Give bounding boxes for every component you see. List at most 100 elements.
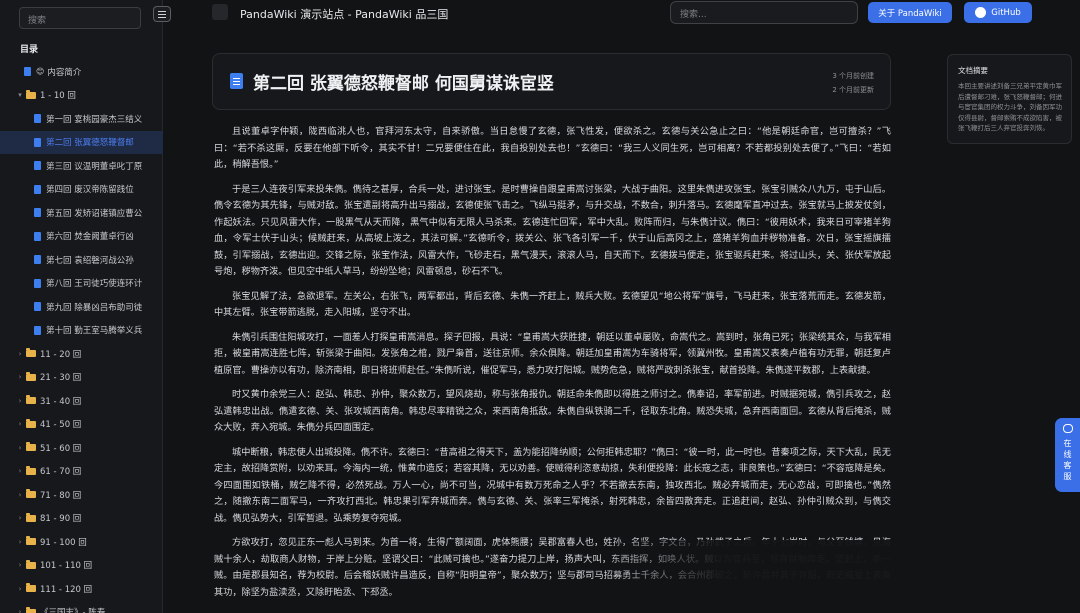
toc-item-label: 51 - 60 回: [40, 443, 82, 454]
folder-icon: [26, 536, 36, 546]
toc-folder[interactable]: › 《三国志》- 陈寿: [0, 601, 163, 613]
document-icon: [34, 278, 41, 288]
folder-icon: [26, 606, 36, 613]
folder-icon: [26, 348, 36, 358]
chevron-right-icon[interactable]: ›: [16, 561, 24, 569]
header-search-box[interactable]: [670, 1, 858, 26]
customer-service-button[interactable]: 在线客服: [1055, 418, 1080, 492]
toc-item-label: 第七回 袁绍磐河战公孙: [46, 255, 134, 266]
document-icon: [34, 137, 41, 147]
document-icon: [34, 184, 41, 194]
article-paragraph: 方欲攻打，忽见正东一彪人马到来。为首一将，生得广额阔面，虎体熊腰；吴郡富春人也，…: [214, 537, 891, 598]
chevron-right-icon[interactable]: ›: [16, 350, 24, 358]
toc-doc-item[interactable]: 第三回 议温明董卓叱丁原: [0, 154, 163, 178]
toc-item-label: 第三回 议温明董卓叱丁原: [46, 161, 143, 172]
toc-item-label: 内容简介: [47, 67, 82, 78]
document-icon: [34, 231, 41, 241]
toc-item-label: 第八回 王司徒巧使连环计: [46, 279, 143, 290]
toc-item-label: 《三国志》- 陈寿: [40, 606, 105, 613]
toc-doc-item[interactable]: 第九回 除暴凶吕布助司徒: [0, 295, 163, 319]
chevron-right-icon[interactable]: ›: [16, 538, 24, 546]
article-title: 第二回 张翼德怒鞭督邮 何国舅谋诛宦竖: [253, 74, 554, 94]
toc-item-label: 111 - 120 回: [40, 584, 93, 595]
toc-folder[interactable]: › 101 - 110 回: [0, 554, 163, 578]
folder-icon: [26, 89, 36, 99]
folder-icon: [26, 442, 36, 452]
folder-icon: [26, 465, 36, 475]
toc-doc-item[interactable]: 第一回 宴桃园豪杰三结义: [0, 107, 163, 131]
folder-icon: [26, 489, 36, 499]
toc-doc-item[interactable]: 😊 内容简介: [0, 60, 163, 84]
chevron-right-icon[interactable]: ›: [16, 373, 24, 381]
created-time: 3 个月前创建: [832, 72, 874, 80]
chevron-right-icon[interactable]: ›: [16, 420, 24, 428]
sidebar: 目录 😊内容简介 ▾ 1 - 10 回第一回 宴桃园豪杰三结义第二回 张翼德怒鞭督邮…: [0, 0, 163, 613]
toc-folder[interactable]: › 51 - 60 回: [0, 436, 163, 460]
chevron-down-icon[interactable]: ▾: [16, 91, 24, 99]
article-title-card: 第二回 张翼德怒鞭督邮 何国舅谋诛宦竖 3 个月前创建 2 个月前更新: [212, 53, 891, 110]
site-logo-icon: [212, 4, 228, 20]
emoji-icon: 😊: [36, 67, 45, 77]
chevron-right-icon[interactable]: ›: [16, 467, 24, 475]
toc-doc-item[interactable]: 第八回 王司徒巧使连环计: [0, 272, 163, 296]
toc-doc-item[interactable]: 第四回 废汉帝陈留践位: [0, 178, 163, 202]
toc-folder[interactable]: › 91 - 100 回: [0, 530, 163, 554]
chevron-right-icon[interactable]: ›: [16, 444, 24, 452]
toc-folder[interactable]: › 41 - 50 回: [0, 413, 163, 437]
toc-doc-item[interactable]: 第十回 勤王室马腾举义兵: [0, 319, 163, 343]
doc-summary-card: 文档摘要 本回主要讲述刘备三兄弟平定黄巾军后遭督邮刁难，张飞怒鞭督邮；何进与宦官…: [947, 54, 1072, 144]
folder-icon: [26, 512, 36, 522]
toc-folder[interactable]: › 111 - 120 回: [0, 577, 163, 601]
toc-folder[interactable]: › 31 - 40 回: [0, 389, 163, 413]
toc-doc-item[interactable]: 第六回 焚金阙董卓行凶: [0, 225, 163, 249]
document-icon: [34, 161, 41, 171]
toc-nav: 😊 内容简介 ▾ 1 - 10 回第一回 宴桃园豪杰三结义 第二回 张翼德怒鞭督邮 第三回…: [0, 60, 163, 613]
summary-text: 本回主要讲述刘备三兄弟平定黄巾军后遭督邮刁难，张飞怒鞭督邮；何进与宦官集团的权力…: [958, 82, 1062, 132]
article-paragraph: 于是三人连夜引军来投朱儁。儁待之甚厚，合兵一处，进讨张宝。是时曹操自跟皇甫嵩讨张…: [214, 183, 891, 278]
toc-item-label: 第六回 焚金阙董卓行凶: [46, 232, 134, 243]
sidebar-search-input[interactable]: [20, 11, 140, 31]
toc-item-label: 41 - 50 回: [40, 420, 82, 431]
document-icon: [34, 255, 41, 265]
toc-item-label: 第九回 除暴凶吕布助司徒: [46, 302, 143, 313]
toc-title: 目录: [20, 45, 39, 55]
toc-folder[interactable]: › 71 - 80 回: [0, 483, 163, 507]
header-search-input[interactable]: [671, 4, 857, 26]
sidebar-search-box[interactable]: [19, 7, 141, 31]
chevron-right-icon[interactable]: ›: [16, 514, 24, 522]
article-paragraph: 时又黄巾余党三人：赵弘、韩忠、孙仲，聚众数万，望风烧劫，称与张角报仇。朝廷命朱儁…: [214, 389, 891, 433]
toc-doc-item[interactable]: 第二回 张翼德怒鞭督邮: [0, 130, 163, 154]
toc-item-label: 第十回 勤王室马腾举义兵: [46, 326, 143, 337]
chevron-right-icon[interactable]: ›: [16, 608, 24, 613]
toc-item-label: 81 - 90 回: [40, 514, 82, 525]
article-paragraph: 朱儁引兵围住阳城攻打，一面差人打探皇甫嵩消息。探子回报，具说：“皇甫嵩大获胜捷，…: [214, 331, 891, 376]
app-root: 目录 😊内容简介▾1 - 10 回第一回 宴桃园豪杰三结义第二回 张翼德怒鞭督邮…: [0, 0, 1080, 613]
github-button[interactable]: GitHub: [964, 2, 1032, 23]
sidebar-collapse-button[interactable]: [153, 6, 171, 22]
toc-item-label: 101 - 110 回: [40, 561, 93, 572]
toc-doc-item[interactable]: 第七回 袁绍磐河战公孙: [0, 248, 163, 272]
toc-item-label: 第一回 宴桃园豪杰三结义: [46, 114, 143, 125]
article-body: 且说董卓字仲颖，陇西临洮人也，官拜河东太守，自来骄傲。当日怠慢了玄德，张飞性发，…: [214, 124, 891, 613]
document-icon: [34, 114, 41, 124]
article-paragraph: 城中断粮，韩忠使人出城投降。儁不许。玄德曰：“昔高祖之得天下，盖为能招降纳顺；公…: [214, 446, 891, 524]
toc-item-label: 71 - 80 回: [40, 490, 82, 501]
toc-folder[interactable]: › 81 - 90 回: [0, 507, 163, 531]
toc-folder[interactable]: › 21 - 30 回: [0, 366, 163, 390]
toc-folder[interactable]: › 61 - 70 回: [0, 460, 163, 484]
toc-doc-item[interactable]: 第五回 发矫诏诸镇应曹公: [0, 201, 163, 225]
document-icon: [34, 208, 41, 218]
toc-folder[interactable]: ▾ 1 - 10 回: [0, 84, 163, 108]
toc-item-label: 第五回 发矫诏诸镇应曹公: [46, 208, 143, 219]
chevron-right-icon[interactable]: ›: [16, 585, 24, 593]
toc-folder[interactable]: › 11 - 20 回: [0, 342, 163, 366]
customer-service-label: 在线客服: [1063, 439, 1072, 481]
about-pandawiki-button[interactable]: 关于 PandaWiki: [868, 2, 952, 23]
folder-icon: [26, 418, 36, 428]
chevron-right-icon[interactable]: ›: [16, 397, 24, 405]
document-icon: [34, 302, 41, 312]
toc-item-label: 61 - 70 回: [40, 467, 82, 478]
toc-item-label: 第四回 废汉帝陈留践位: [46, 185, 134, 196]
chevron-right-icon[interactable]: ›: [16, 491, 24, 499]
article-paragraph: 张宝见解了法，急欲退军。左关公，右张飞，两军都出，背后玄德、朱儁一齐赶上，贼兵大…: [214, 290, 891, 319]
